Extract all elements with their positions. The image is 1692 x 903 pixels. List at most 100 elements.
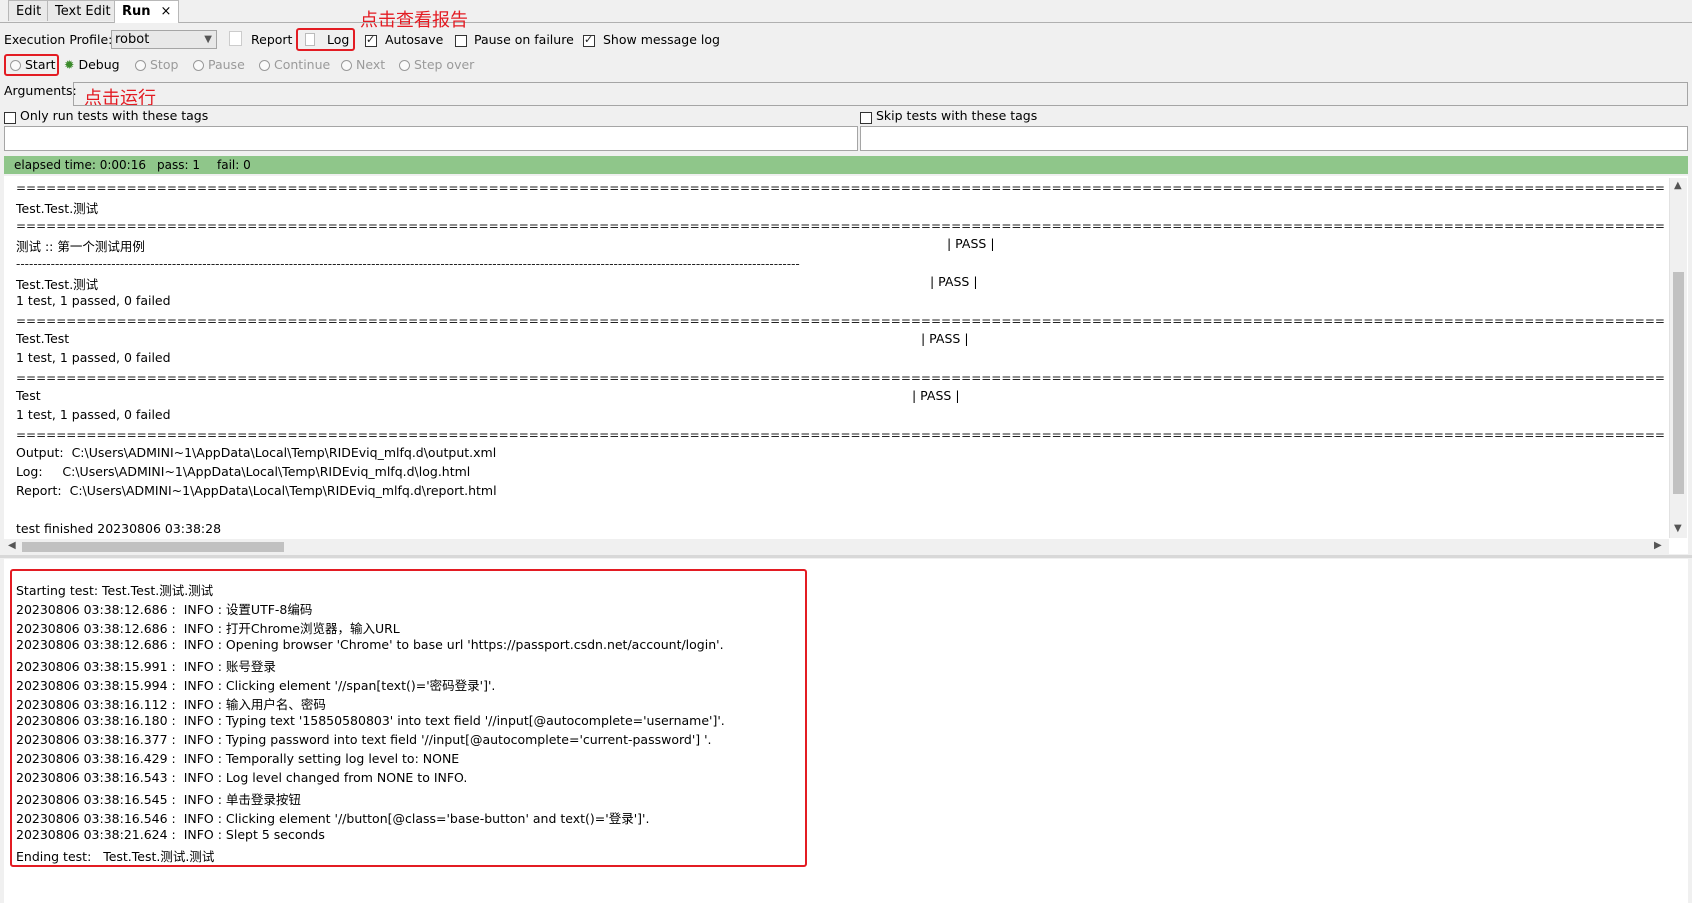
continue-button[interactable]: Continue (259, 56, 330, 74)
chevron-left-icon: ◀ (8, 540, 16, 551)
tab-bar: Edit Text Edit Run × (0, 0, 1692, 23)
log-line: 20230806 03:38:16.545 : INFO : 单击登录按钮 (16, 792, 301, 807)
stop-icon (135, 60, 146, 71)
output-status: | PASS | (930, 274, 978, 289)
continue-icon (259, 60, 270, 71)
arguments-label: Arguments: (4, 83, 77, 98)
tab-run[interactable]: Run × (114, 0, 180, 23)
output-line: Report: C:\Users\ADMINI~1\AppData\Local\… (16, 483, 497, 498)
tab-text-edit[interactable]: Text Edit (47, 0, 119, 21)
log-line: 20230806 03:38:15.991 : INFO : 账号登录 (16, 659, 276, 674)
pause-on-failure-label: Pause on failure (474, 32, 574, 47)
log-line: 20230806 03:38:16.429 : INFO : Temporall… (16, 751, 460, 766)
log-line: 20230806 03:38:12.686 : INFO : 打开Chrome浏… (16, 621, 400, 636)
step-over-icon (399, 60, 410, 71)
step-over-label: Step over (414, 57, 475, 72)
arguments-input[interactable] (73, 82, 1688, 106)
output-line: 测试 :: 第一个测试用例 (16, 239, 145, 254)
show-message-log-label: Show message log (603, 32, 720, 47)
execution-profile-value: robot (115, 32, 150, 47)
log-line: 20230806 03:38:12.686 : INFO : 设置UTF-8编码 (16, 602, 313, 617)
output-line: Test.Test.测试 (16, 201, 99, 216)
separator: ========================================… (16, 221, 1664, 231)
output-line: Output: C:\Users\ADMINI~1\AppData\Local\… (16, 445, 497, 460)
checkbox-icon (583, 33, 595, 47)
next-icon (341, 60, 352, 71)
log-line: 20230806 03:38:15.994 : INFO : Clicking … (16, 678, 496, 693)
report-file-icon (229, 31, 242, 46)
log-line: 20230806 03:38:16.377 : INFO : Typing pa… (16, 732, 712, 747)
pause-button[interactable]: Pause (193, 56, 245, 74)
debug-button[interactable]: ✹ Debug (64, 56, 120, 74)
pass-count: pass: 1 (157, 158, 200, 172)
tab-edit[interactable]: Edit (8, 0, 50, 21)
step-over-button[interactable]: Step over (399, 56, 474, 74)
tab-label: Run (122, 4, 151, 19)
output-line: 1 test, 1 passed, 0 failed (16, 293, 171, 308)
debug-label: Debug (78, 57, 120, 72)
log-line: 20230806 03:38:16.546 : INFO : Clicking … (16, 811, 650, 826)
start-button[interactable]: Start (10, 56, 56, 74)
autosave-label: Autosave (385, 32, 444, 47)
log-line: 20230806 03:38:16.543 : INFO : Log level… (16, 770, 468, 785)
output-vertical-scrollbar[interactable]: ▲ ▼ (1669, 178, 1687, 538)
log-line: 20230806 03:38:21.624 : INFO : Slept 5 s… (16, 827, 325, 842)
checkbox-icon (4, 111, 16, 124)
output-line: Test (16, 388, 41, 403)
bug-icon: ✹ (64, 57, 75, 72)
output-line: Test.Test (16, 331, 70, 346)
pause-on-failure-checkbox[interactable] (455, 32, 467, 47)
next-label: Next (356, 57, 386, 72)
chevron-up-icon: ▲ (1674, 180, 1682, 191)
continue-label: Continue (274, 57, 331, 72)
only-run-tags-input[interactable] (4, 126, 858, 151)
elapsed-time: elapsed time: 0:00:16 (14, 158, 146, 172)
output-status: | PASS | (947, 236, 995, 251)
checkbox-icon (455, 34, 467, 47)
log-line: 20230806 03:38:16.180 : INFO : Typing te… (16, 713, 725, 728)
log-file-icon (305, 33, 315, 46)
annotation-view-report: 点击查看报告 (360, 10, 468, 31)
autosave-checkbox[interactable] (365, 32, 377, 47)
separator: ========================================… (16, 183, 1664, 193)
separator: ----------------------------------------… (16, 259, 800, 269)
chevron-down-icon: ▼ (1674, 523, 1682, 534)
show-message-log-checkbox[interactable] (583, 32, 595, 47)
skip-tags-input[interactable] (860, 126, 1688, 151)
status-bar: elapsed time: 0:00:16 pass: 1 fail: 0 (4, 156, 1688, 174)
separator: ========================================… (16, 373, 1664, 383)
log-line: 20230806 03:38:12.686 : INFO : Opening b… (16, 637, 724, 652)
log-line: 20230806 03:38:16.112 : INFO : 输入用户名、密码 (16, 697, 326, 712)
only-run-tags-checkbox[interactable] (4, 109, 16, 124)
chevron-down-icon: ▼ (204, 34, 212, 45)
output-line: test finished 20230806 03:38:28 (16, 521, 222, 536)
pause-label: Pause (208, 57, 245, 72)
close-icon[interactable]: × (161, 4, 172, 19)
skip-tags-checkbox[interactable] (860, 109, 872, 124)
execution-profile-select[interactable]: robot ▼ (111, 30, 217, 49)
execution-profile-label: Execution Profile: (4, 32, 113, 47)
next-button[interactable]: Next (341, 56, 385, 74)
log-line: Ending test: Test.Test.测试.测试 (16, 849, 215, 864)
output-status: | PASS | (921, 331, 969, 346)
tab-label: Edit (16, 4, 42, 19)
scrollbar-thumb[interactable] (1673, 272, 1684, 494)
separator: ========================================… (16, 430, 1664, 440)
only-run-tags-label: Only run tests with these tags (20, 108, 209, 123)
tab-label: Text Edit (55, 4, 111, 19)
chevron-right-icon: ▶ (1654, 540, 1662, 551)
play-icon (10, 60, 21, 71)
stop-button[interactable]: Stop (135, 56, 178, 74)
output-line: Test.Test.测试 (16, 277, 99, 292)
stop-label: Stop (150, 57, 179, 72)
checkbox-icon (860, 111, 872, 124)
scrollbar-thumb[interactable] (22, 542, 284, 552)
start-label: Start (25, 57, 56, 72)
output-line: 1 test, 1 passed, 0 failed (16, 350, 171, 365)
output-horizontal-scrollbar[interactable]: ◀ ▶ (4, 539, 1669, 554)
output-status: | PASS | (912, 388, 960, 403)
report-button[interactable]: Report (251, 32, 292, 47)
pane-splitter[interactable] (0, 555, 1692, 558)
log-button[interactable]: Log (327, 32, 349, 47)
output-line: Log: C:\Users\ADMINI~1\AppData\Local\Tem… (16, 464, 471, 479)
